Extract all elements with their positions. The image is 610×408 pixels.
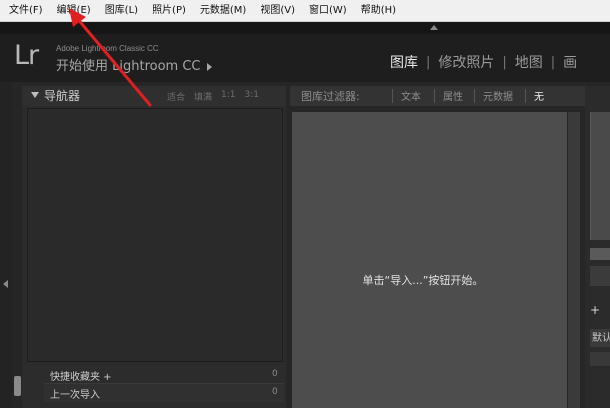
right-panel-control[interactable] bbox=[590, 352, 610, 366]
zoom-3-1[interactable]: 3:1 bbox=[245, 90, 259, 103]
top-panel-strip bbox=[0, 22, 610, 34]
left-panel-edge bbox=[0, 82, 12, 408]
module-separator: | bbox=[550, 54, 556, 70]
menu-window[interactable]: 窗口(W) bbox=[302, 0, 354, 22]
navigator-title: 导航器 bbox=[44, 89, 81, 103]
filter-tab-metadata[interactable]: 元数据 bbox=[483, 88, 513, 103]
module-map[interactable]: 地图 bbox=[509, 52, 549, 72]
get-started-link[interactable]: 开始使用 Lightroom CC bbox=[56, 55, 212, 74]
module-develop[interactable]: 修改照片 bbox=[432, 52, 500, 72]
row-divider bbox=[44, 383, 284, 384]
get-started-label: 开始使用 Lightroom CC bbox=[56, 59, 201, 74]
menu-edit[interactable]: 编辑(E) bbox=[50, 0, 98, 22]
right-panel-control[interactable] bbox=[590, 248, 610, 260]
filter-tab-text[interactable]: 文本 bbox=[401, 88, 421, 103]
zoom-1-1[interactable]: 1:1 bbox=[221, 90, 235, 103]
filter-separator bbox=[525, 89, 526, 103]
empty-grid-message: 单击“导入...”按钮开始。 bbox=[362, 274, 484, 287]
module-separator: | bbox=[426, 54, 431, 70]
catalog-item-quick-collection[interactable]: 快捷收藏夹 + bbox=[50, 368, 112, 383]
menu-file[interactable]: 文件(F) bbox=[2, 0, 50, 22]
add-preset-button[interactable]: + bbox=[590, 303, 600, 317]
filter-separator bbox=[392, 89, 393, 103]
filter-tab-attribute[interactable]: 属性 bbox=[443, 88, 463, 103]
module-library[interactable]: 图库 bbox=[384, 52, 424, 72]
filter-tab-none[interactable]: 无 bbox=[534, 88, 544, 103]
collapse-left-panel-icon[interactable] bbox=[3, 280, 8, 288]
histogram bbox=[590, 112, 610, 240]
module-separator: | bbox=[502, 54, 507, 70]
grid-scrollbar[interactable] bbox=[568, 112, 580, 408]
filter-separator bbox=[434, 89, 435, 103]
play-arrow-icon bbox=[206, 62, 212, 71]
preset-default-dropdown[interactable]: 默认 bbox=[590, 329, 610, 347]
menu-help[interactable]: 帮助(H) bbox=[354, 0, 403, 22]
module-book[interactable]: 画 bbox=[557, 52, 583, 72]
filter-label: 图库过滤器: bbox=[301, 90, 360, 103]
catalog-item-previous-import[interactable]: 上一次导入 bbox=[50, 386, 100, 401]
expand-triangle-icon[interactable] bbox=[31, 92, 39, 98]
menu-view[interactable]: 视图(V) bbox=[253, 0, 302, 22]
zoom-fit[interactable]: 适合 bbox=[167, 90, 185, 103]
filter-separator bbox=[474, 89, 475, 103]
navigator-preview[interactable] bbox=[27, 108, 283, 362]
collapse-top-panel-icon[interactable] bbox=[430, 25, 438, 30]
module-picker: 图库 | 修改照片 | 地图 | 画 bbox=[384, 52, 583, 72]
catalog-item-count: 0 bbox=[272, 369, 278, 379]
zoom-fill[interactable]: 填满 bbox=[194, 90, 212, 103]
product-name: Adobe Lightroom Classic CC bbox=[56, 44, 159, 53]
navigator-zoom-options: 适合 填满 1:1 3:1 bbox=[167, 90, 259, 103]
left-panel-scrollbar[interactable] bbox=[14, 376, 21, 396]
catalog-item-count: 0 bbox=[272, 387, 278, 397]
right-panel-control[interactable] bbox=[590, 266, 610, 286]
menu-bar: 文件(F) 编辑(E) 图库(L) 照片(P) 元数据(M) 视图(V) 窗口(… bbox=[0, 0, 610, 22]
menu-library[interactable]: 图库(L) bbox=[98, 0, 145, 22]
menu-photo[interactable]: 照片(P) bbox=[145, 0, 193, 22]
lightroom-logo: Lr bbox=[14, 40, 39, 71]
grid-view[interactable] bbox=[292, 112, 567, 408]
menu-metadata[interactable]: 元数据(M) bbox=[193, 0, 253, 22]
